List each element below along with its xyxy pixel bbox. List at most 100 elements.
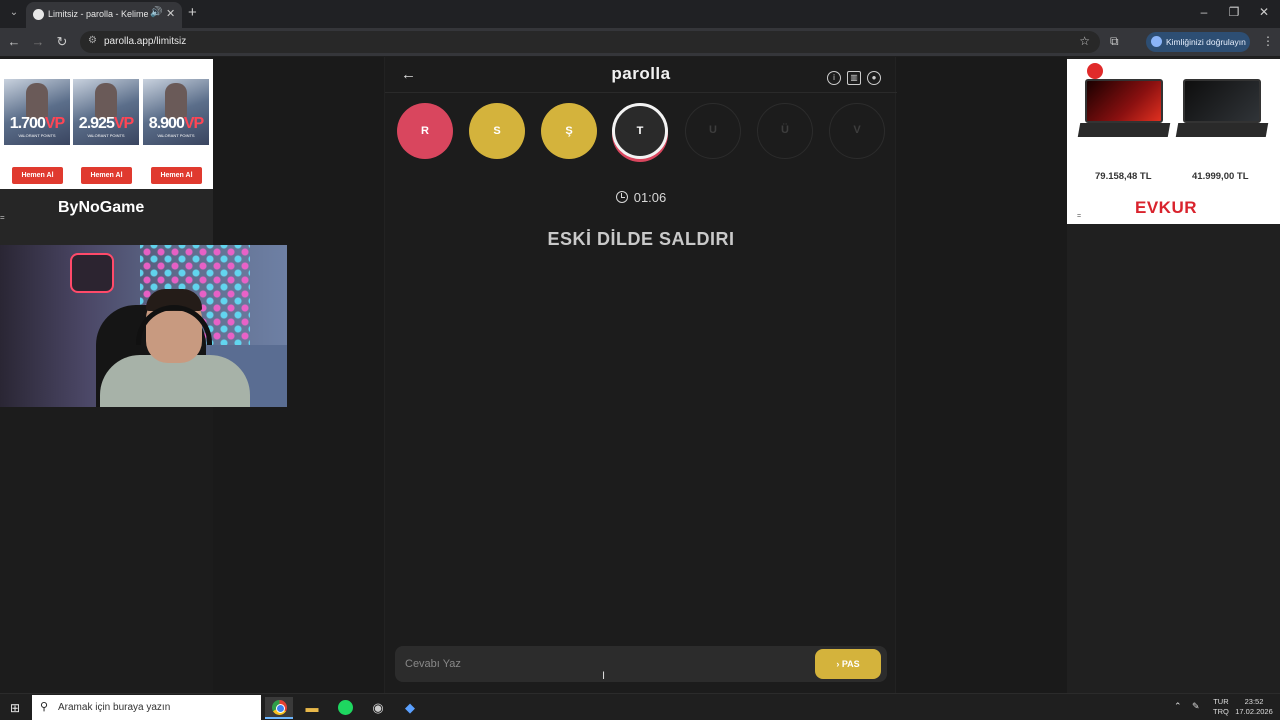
vp-card[interactable]: 2.925VP VALORANT POINTS bbox=[73, 79, 139, 145]
letter-s: S bbox=[469, 103, 525, 159]
restore-icon[interactable]: ❐ bbox=[1224, 5, 1244, 19]
tab-title: Limitsiz - parolla - Kelime o bbox=[48, 9, 148, 19]
vp-card[interactable]: 8.900VP VALORANT POINTS bbox=[143, 79, 209, 145]
vp-unit: VP bbox=[44, 115, 65, 132]
tab-parolla[interactable]: Limitsiz - parolla - Kelime o 🔊 ✕ bbox=[26, 2, 182, 28]
vp-amount: 2.925VP bbox=[73, 115, 139, 133]
menu-icon[interactable]: ⋮ bbox=[1262, 34, 1274, 48]
clock-time: 23:52 bbox=[1244, 697, 1264, 706]
app-icon[interactable]: ◆ bbox=[396, 697, 424, 719]
valorant-ad[interactable]: 1.700VP VALORANT POINTS 2.925VP VALORANT… bbox=[0, 59, 213, 189]
stats-icon[interactable]: ▥ bbox=[847, 71, 861, 85]
letter-sh: Ş bbox=[541, 103, 597, 159]
address-bar[interactable]: ⚙ parolla.app/limitsiz ☆ bbox=[80, 31, 1100, 53]
chrome-icon[interactable] bbox=[265, 697, 293, 719]
buy-button[interactable]: Hemen Al bbox=[12, 167, 63, 184]
window-close-icon[interactable]: ✕ bbox=[1254, 5, 1274, 19]
ad-choices-icon[interactable]: = bbox=[1077, 213, 1081, 220]
vp-card[interactable]: 1.700VP VALORANT POINTS bbox=[4, 79, 70, 145]
brand-logo-icon bbox=[1087, 63, 1103, 79]
vp-amount-value: 2.925 bbox=[78, 115, 115, 132]
vp-unit: VP bbox=[183, 115, 204, 132]
clock[interactable]: 23:52 17.02.2026 bbox=[1234, 697, 1274, 717]
vp-amount: 8.900VP bbox=[143, 115, 209, 133]
pass-button[interactable]: › PAS bbox=[815, 649, 881, 679]
price: 79.158,48 TL bbox=[1095, 171, 1152, 182]
page: 1.700VP VALORANT POINTS 2.925VP VALORANT… bbox=[0, 57, 1280, 693]
user-icon[interactable]: ● bbox=[867, 71, 881, 85]
agent-figure bbox=[165, 83, 187, 119]
text-cursor-icon: I bbox=[602, 670, 606, 682]
bookmark-star-icon[interactable]: ☆ bbox=[1079, 34, 1090, 48]
back-icon[interactable]: ← bbox=[6, 34, 22, 49]
letter-r: R bbox=[397, 103, 453, 159]
answer-bar: › PAS bbox=[395, 646, 887, 682]
letter-v: V bbox=[829, 103, 885, 159]
tab-search-icon[interactable]: ⌄ bbox=[6, 5, 22, 21]
laptop-screen bbox=[1183, 79, 1261, 123]
timer: 01:06 bbox=[385, 190, 897, 205]
search-icon: ⚲ bbox=[40, 701, 49, 713]
spotify-icon[interactable] bbox=[331, 697, 359, 719]
profile-label: Kimliğinizi doğrulayın bbox=[1166, 37, 1246, 47]
evkur-ad[interactable]: 79.158,48 TL 41.999,00 TL EVKUR = bbox=[1067, 59, 1280, 224]
agent-figure bbox=[26, 83, 48, 119]
clock-date: 17.02.2026 bbox=[1235, 707, 1273, 716]
agent-figure bbox=[95, 83, 117, 119]
buy-button[interactable]: Hemen Al bbox=[151, 167, 202, 184]
close-tab-icon[interactable]: ✕ bbox=[166, 7, 175, 20]
header-icons: i ▥ ● bbox=[821, 67, 881, 85]
bynogame-logo: ByNoGame bbox=[58, 199, 145, 216]
vp-amount-value: 1.700 bbox=[9, 115, 46, 132]
lang-bottom: TRQ bbox=[1213, 707, 1229, 716]
clock-icon bbox=[615, 191, 628, 203]
header-divider bbox=[385, 92, 897, 93]
lang-top: TUR bbox=[1213, 697, 1229, 706]
timer-value: 01:06 bbox=[633, 190, 667, 205]
webcam-overlay bbox=[0, 245, 287, 407]
extensions-icon[interactable]: ⧉ bbox=[1110, 34, 1119, 49]
chevron-right-icon: › bbox=[836, 659, 840, 669]
favicon-icon bbox=[33, 9, 44, 20]
pass-label: PAS bbox=[841, 659, 860, 669]
taskbar-search[interactable]: ⚲ Aramak için buraya yazın bbox=[32, 695, 261, 720]
question-text: ESKİ DİLDE SALDIRI bbox=[547, 229, 735, 249]
neon-sign bbox=[70, 253, 114, 293]
laptop-image bbox=[1175, 79, 1269, 145]
vp-amount-value: 8.900 bbox=[148, 115, 185, 132]
bynogame-banner[interactable]: = ByNoGame bbox=[0, 189, 213, 245]
letter-t-active: T bbox=[612, 103, 668, 159]
file-explorer-icon[interactable]: ▬ bbox=[298, 697, 326, 719]
forward-icon[interactable]: → bbox=[30, 34, 46, 49]
profile-button[interactable]: Kimliğinizi doğrulayın bbox=[1146, 32, 1250, 52]
info-icon[interactable]: i bbox=[827, 71, 841, 85]
pen-icon[interactable]: ✎ bbox=[1192, 701, 1200, 712]
reload-icon[interactable]: ↻ bbox=[54, 34, 70, 50]
speaker-icon[interactable]: 🔊 bbox=[150, 7, 162, 18]
letter-u: U bbox=[685, 103, 741, 159]
vp-amount: 1.700VP bbox=[4, 115, 70, 133]
new-tab-icon[interactable]: + bbox=[188, 4, 197, 21]
search-placeholder: Aramak için buraya yazın bbox=[58, 702, 171, 713]
laptop-base bbox=[1175, 123, 1269, 137]
tab-strip: ⌄ Limitsiz - parolla - Kelime o 🔊 ✕ + – … bbox=[0, 0, 1280, 28]
minimize-icon[interactable]: – bbox=[1194, 5, 1214, 19]
letter-ue: Ü bbox=[757, 103, 813, 159]
vp-sub: VALORANT POINTS bbox=[87, 133, 125, 138]
language-indicator[interactable]: TUR TRQ bbox=[1213, 697, 1229, 717]
tray-chevron-icon[interactable]: ⌃ bbox=[1174, 701, 1182, 712]
buy-button[interactable]: Hemen Al bbox=[81, 167, 132, 184]
vp-sub: VALORANT POINTS bbox=[157, 133, 195, 138]
windows-start-icon[interactable]: ⊞ bbox=[10, 701, 20, 715]
laptop-screen bbox=[1085, 79, 1163, 123]
vp-unit: VP bbox=[113, 115, 134, 132]
laptop-image bbox=[1077, 79, 1171, 145]
site-info-icon[interactable]: ⚙ bbox=[88, 35, 97, 46]
vp-sub: VALORANT POINTS bbox=[18, 133, 56, 138]
ad-choices-icon[interactable]: = bbox=[0, 213, 5, 222]
obs-icon[interactable]: ◉ bbox=[364, 697, 392, 719]
game-panel: ← parolla i ▥ ● R S Ş T U Ü V 01:06 ESKİ D… bbox=[384, 57, 897, 693]
profile-icon bbox=[1151, 36, 1162, 47]
url-text: parolla.app/limitsiz bbox=[104, 36, 187, 47]
taskbar: ⊞ ⚲ Aramak için buraya yazın ▬ ◉ ◆ ⌃ ✎ T… bbox=[0, 693, 1280, 720]
